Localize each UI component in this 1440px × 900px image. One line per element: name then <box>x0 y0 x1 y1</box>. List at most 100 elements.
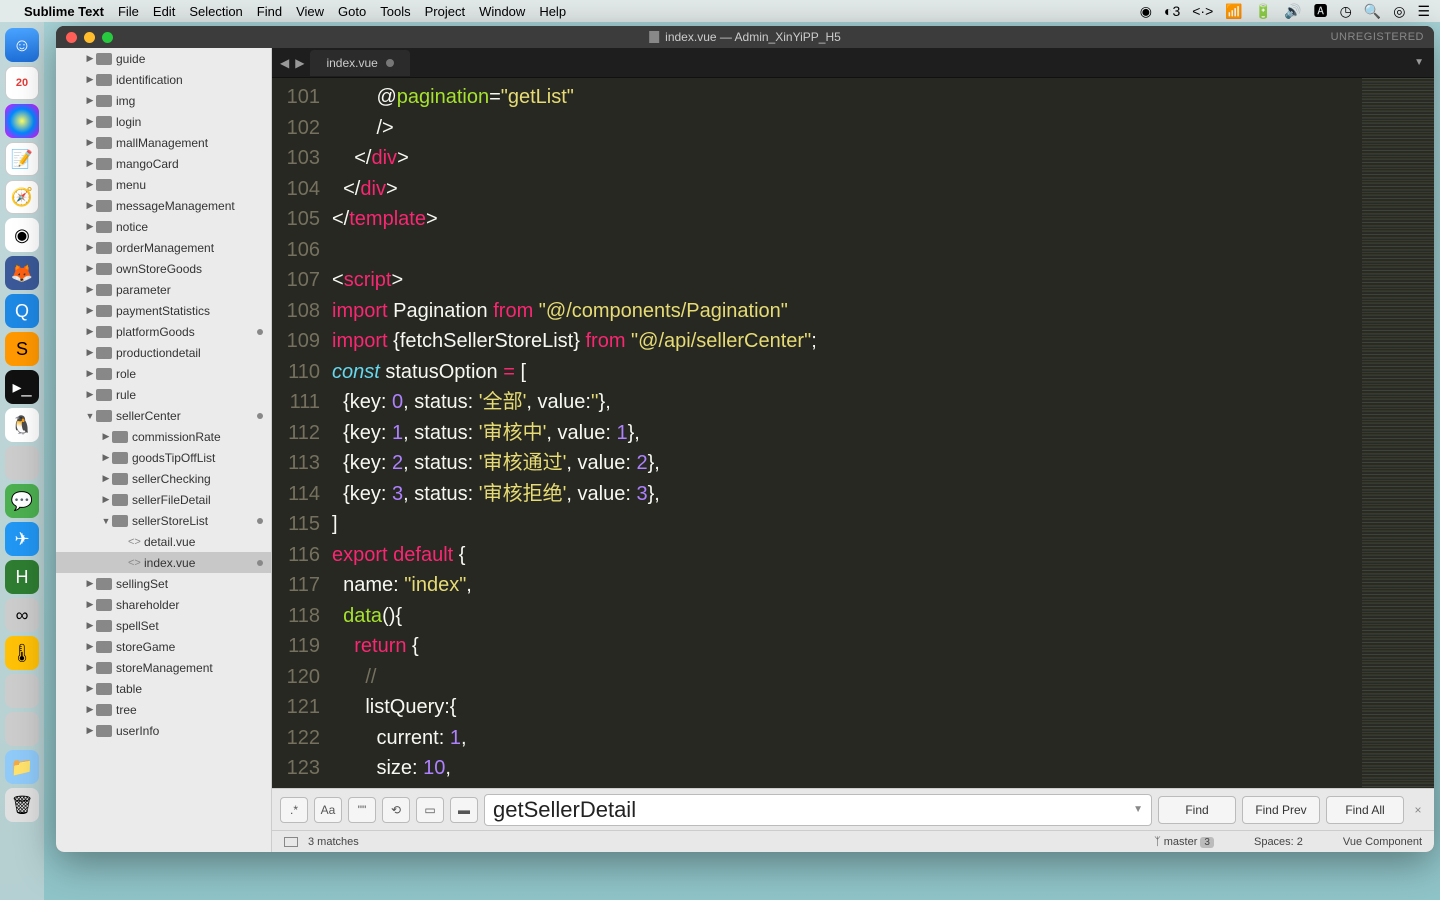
console-toggle-icon[interactable] <box>284 837 298 847</box>
folder-dock-icon[interactable]: 📁 <box>5 750 39 784</box>
tree-img[interactable]: ▶img <box>56 90 271 111</box>
tree-sellerchecking[interactable]: ▶sellerChecking <box>56 468 271 489</box>
tree-ordermanagement[interactable]: ▶orderManagement <box>56 237 271 258</box>
sublime-dock-icon[interactable]: S <box>5 332 39 366</box>
disclosure-arrow-icon[interactable]: ▶ <box>84 599 96 610</box>
disclosure-arrow-icon[interactable]: ▶ <box>84 263 96 274</box>
disclosure-arrow-icon[interactable]: ▶ <box>84 389 96 400</box>
tree-role[interactable]: ▶role <box>56 363 271 384</box>
find-wrap-toggle[interactable]: ⟲ <box>382 797 410 823</box>
indentation-setting[interactable]: Spaces: 2 <box>1254 836 1303 848</box>
disclosure-arrow-icon[interactable]: ▶ <box>84 662 96 673</box>
find-input[interactable]: getSellerDetail ▼ <box>484 794 1152 826</box>
app4-dock-icon[interactable] <box>5 712 39 746</box>
disclosure-arrow-icon[interactable]: ▶ <box>100 431 112 442</box>
disclosure-arrow-icon[interactable]: ▶ <box>84 221 96 232</box>
find-highlight-toggle[interactable]: ▬ <box>450 797 478 823</box>
status-dot-icon[interactable]: ◉ <box>1140 3 1152 20</box>
wifi-icon[interactable]: 📶 <box>1225 3 1242 20</box>
app-name[interactable]: Sublime Text <box>24 4 104 19</box>
disclosure-arrow-icon[interactable]: ▶ <box>84 137 96 148</box>
notes-dock-icon[interactable]: 📝 <box>5 142 39 176</box>
disclosure-arrow-icon[interactable]: ▶ <box>84 683 96 694</box>
tree-table[interactable]: ▶table <box>56 678 271 699</box>
nav-forward-icon[interactable]: ▶ <box>295 56 304 70</box>
tree-productiondetail[interactable]: ▶productiondetail <box>56 342 271 363</box>
safari-dock-icon[interactable]: 🧭 <box>5 180 39 214</box>
tree-rule[interactable]: ▶rule <box>56 384 271 405</box>
disclosure-arrow-icon[interactable]: ▶ <box>100 473 112 484</box>
tree-tree[interactable]: ▶tree <box>56 699 271 720</box>
chrome-dock-icon[interactable]: ◉ <box>5 218 39 252</box>
tree-mangocard[interactable]: ▶mangoCard <box>56 153 271 174</box>
app-dock-icon[interactable] <box>5 446 39 480</box>
find-all-button[interactable]: Find All <box>1326 796 1404 824</box>
tree-menu[interactable]: ▶menu <box>56 174 271 195</box>
volume-icon[interactable]: 🔊 <box>1284 3 1301 20</box>
tree-parameter[interactable]: ▶parameter <box>56 279 271 300</box>
hbuilder-dock-icon[interactable]: H <box>5 560 39 594</box>
disclosure-arrow-icon[interactable]: ▶ <box>84 179 96 190</box>
disclosure-arrow-icon[interactable]: ▶ <box>84 200 96 211</box>
find-case-toggle[interactable]: Aa <box>314 797 342 823</box>
tree-notice[interactable]: ▶notice <box>56 216 271 237</box>
menu-project[interactable]: Project <box>425 4 465 19</box>
menu-tools[interactable]: Tools <box>380 4 410 19</box>
disclosure-arrow-icon[interactable]: ▶ <box>84 578 96 589</box>
menu-file[interactable]: File <box>118 4 139 19</box>
disclosure-arrow-icon[interactable]: ▶ <box>84 116 96 127</box>
tree-login[interactable]: ▶login <box>56 111 271 132</box>
tree-goodstipofflist[interactable]: ▶goodsTipOffList <box>56 447 271 468</box>
input-source-icon[interactable]: 🅰 <box>1314 1 1328 21</box>
tab-overflow-icon[interactable]: ▼ <box>1414 57 1424 68</box>
app3-dock-icon[interactable] <box>5 674 39 708</box>
notification-center-icon[interactable]: ☰ <box>1417 3 1430 20</box>
git-branch[interactable]: ᛉ master 3 <box>1154 836 1214 848</box>
tree-sellerfiledetail[interactable]: ▶sellerFileDetail <box>56 489 271 510</box>
wechat-dock-icon[interactable]: 💬 <box>5 484 39 518</box>
disclosure-arrow-icon[interactable]: ▶ <box>84 326 96 337</box>
tree-paymentstatistics[interactable]: ▶paymentStatistics <box>56 300 271 321</box>
calendar-dock-icon[interactable]: 20 <box>5 66 39 100</box>
disclosure-arrow-icon[interactable]: ▶ <box>100 452 112 463</box>
globe-icon[interactable]: ◐3 <box>1164 3 1180 19</box>
syntax-setting[interactable]: Vue Component <box>1343 836 1422 848</box>
maximize-window-button[interactable] <box>102 32 113 43</box>
battery-icon[interactable]: 🔋 <box>1255 3 1272 20</box>
tree-detail-vue[interactable]: <>detail.vue <box>56 531 271 552</box>
disclosure-arrow-icon[interactable]: ▶ <box>84 242 96 253</box>
menu-edit[interactable]: Edit <box>153 4 175 19</box>
tree-guide[interactable]: ▶guide <box>56 48 271 69</box>
disclosure-arrow-icon[interactable]: ▶ <box>84 704 96 715</box>
find-history-icon[interactable]: ▼ <box>1133 804 1143 815</box>
disclosure-arrow-icon[interactable]: ▶ <box>84 284 96 295</box>
menu-help[interactable]: Help <box>539 4 566 19</box>
code-content[interactable]: @pagination="getList" /> </div> </div></… <box>332 78 1362 788</box>
find-regex-toggle[interactable]: .* <box>280 797 308 823</box>
disclosure-arrow-icon[interactable]: ▶ <box>84 95 96 106</box>
clock-icon[interactable]: ◷ <box>1340 3 1352 20</box>
tree-storegame[interactable]: ▶storeGame <box>56 636 271 657</box>
tree-mallmanagement[interactable]: ▶mallManagement <box>56 132 271 153</box>
tree-spellset[interactable]: ▶spellSet <box>56 615 271 636</box>
window-titlebar[interactable]: index.vue — Admin_XinYiPP_H5 UNREGISTERE… <box>56 26 1434 48</box>
find-button[interactable]: Find <box>1158 796 1236 824</box>
finder-dock-icon[interactable]: ☺ <box>5 28 39 62</box>
tree-sellercenter[interactable]: ▼sellerCenter <box>56 405 271 426</box>
tab-index-vue[interactable]: index.vue <box>310 50 409 76</box>
tree-platformgoods[interactable]: ▶platformGoods <box>56 321 271 342</box>
disclosure-arrow-icon[interactable]: ▶ <box>100 494 112 505</box>
menu-window[interactable]: Window <box>479 4 525 19</box>
disclosure-arrow-icon[interactable]: ▶ <box>84 368 96 379</box>
tree-sellerstorelist[interactable]: ▼sellerStoreList <box>56 510 271 531</box>
disclosure-arrow-icon[interactable]: ▶ <box>84 74 96 85</box>
disclosure-arrow-icon[interactable]: ▶ <box>84 305 96 316</box>
tree-index-vue[interactable]: <>index.vue <box>56 552 271 573</box>
angle-brackets-icon[interactable]: <·> <box>1192 3 1213 19</box>
code-editor[interactable]: 1011021031041051061071081091101111121131… <box>272 78 1434 788</box>
tree-storemanagement[interactable]: ▶storeManagement <box>56 657 271 678</box>
find-prev-button[interactable]: Find Prev <box>1242 796 1320 824</box>
tree-ownstoregoods[interactable]: ▶ownStoreGoods <box>56 258 271 279</box>
siri-icon[interactable]: ◎ <box>1393 3 1405 20</box>
tree-sellingset[interactable]: ▶sellingSet <box>56 573 271 594</box>
